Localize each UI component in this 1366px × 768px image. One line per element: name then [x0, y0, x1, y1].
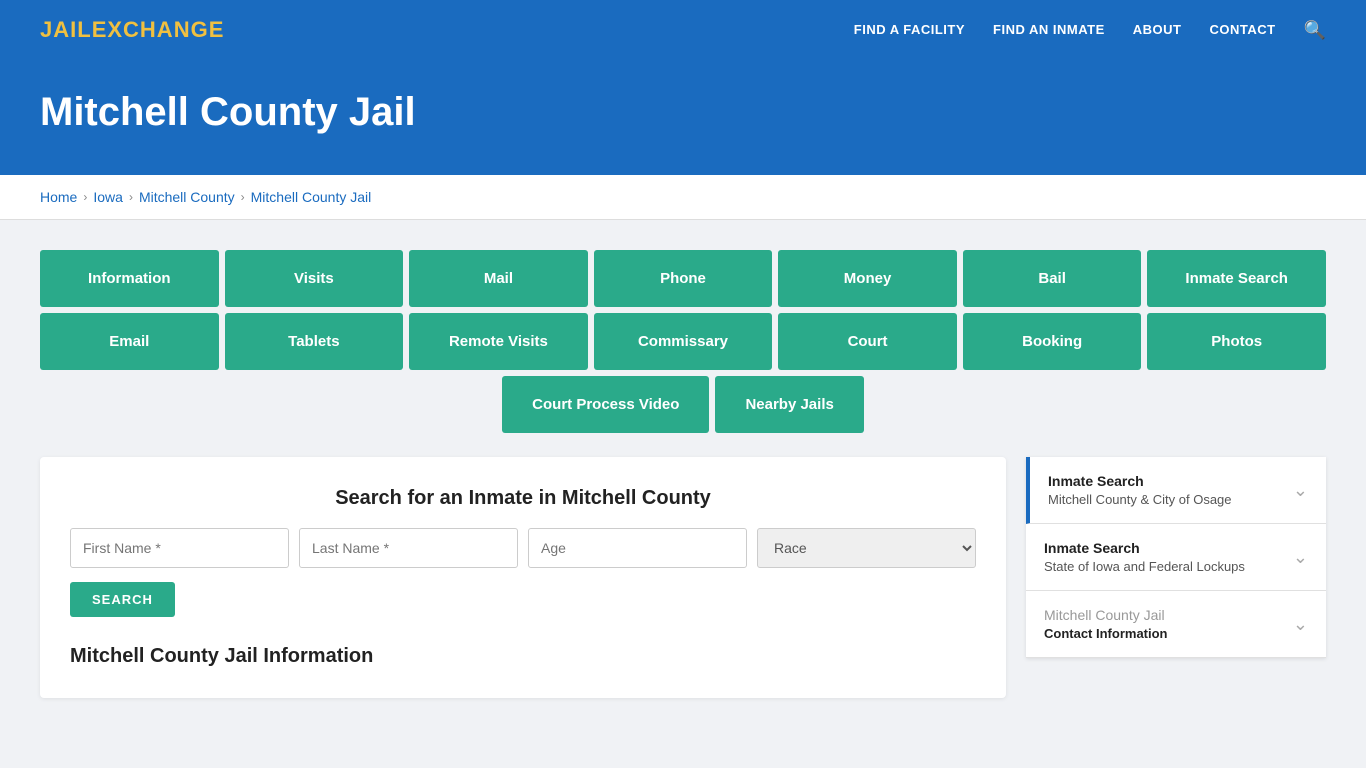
nav-links: FIND A FACILITY FIND AN INMATE ABOUT CON… [854, 20, 1326, 41]
btn-court-process-video[interactable]: Court Process Video [502, 376, 709, 433]
sidebar-item-0[interactable]: Inmate Search Mitchell County & City of … [1026, 457, 1326, 524]
sidebar-item-0-sub: Mitchell County & City of Osage [1048, 492, 1232, 507]
btn-visits[interactable]: Visits [225, 250, 404, 307]
sidebar-item-2-title: Mitchell County Jail [1044, 607, 1168, 623]
page-title: Mitchell County Jail [40, 90, 1326, 135]
navbar: JAILEXCHANGE FIND A FACILITY FIND AN INM… [0, 0, 1366, 60]
chevron-down-icon-2: ⌄ [1293, 614, 1308, 635]
breadcrumb-sep-2: › [129, 190, 133, 204]
sidebar-item-1-title: Inmate Search [1044, 540, 1245, 556]
breadcrumb-sep-3: › [241, 190, 245, 204]
btn-money[interactable]: Money [778, 250, 957, 307]
sidebar-item-2[interactable]: Mitchell County Jail Contact Information… [1026, 591, 1326, 658]
site-logo[interactable]: JAILEXCHANGE [40, 17, 224, 43]
breadcrumb-home[interactable]: Home [40, 189, 77, 205]
search-panel: Search for an Inmate in Mitchell County … [40, 457, 1006, 698]
breadcrumb-mitchell-county[interactable]: Mitchell County [139, 189, 235, 205]
age-input[interactable] [528, 528, 747, 568]
breadcrumb-sep-1: › [83, 190, 87, 204]
btn-tablets[interactable]: Tablets [225, 313, 404, 370]
main-content: Information Visits Mail Phone Money Bail… [0, 220, 1366, 728]
btn-information[interactable]: Information [40, 250, 219, 307]
race-select[interactable]: Race [757, 528, 976, 568]
nav-contact[interactable]: CONTACT [1209, 21, 1275, 39]
btn-inmate-search[interactable]: Inmate Search [1147, 250, 1326, 307]
button-row-1: Information Visits Mail Phone Money Bail… [40, 250, 1326, 307]
search-fields: Race [70, 528, 976, 568]
info-section-heading: Mitchell County Jail Information [70, 645, 976, 668]
search-icon[interactable]: 🔍 [1304, 20, 1326, 41]
breadcrumb-bar: Home › Iowa › Mitchell County › Mitchell… [0, 175, 1366, 220]
btn-booking[interactable]: Booking [963, 313, 1142, 370]
btn-phone[interactable]: Phone [594, 250, 773, 307]
button-row-3: Court Process Video Nearby Jails [40, 376, 1326, 433]
btn-bail[interactable]: Bail [963, 250, 1142, 307]
sidebar-item-1-sub: State of Iowa and Federal Lockups [1044, 559, 1245, 574]
btn-photos[interactable]: Photos [1147, 313, 1326, 370]
btn-nearby-jails[interactable]: Nearby Jails [715, 376, 863, 433]
sidebar-item-2-sub: Contact Information [1044, 626, 1168, 641]
breadcrumb-mitchell-county-jail[interactable]: Mitchell County Jail [251, 189, 372, 205]
search-button[interactable]: SEARCH [70, 582, 175, 617]
first-name-input[interactable] [70, 528, 289, 568]
btn-mail[interactable]: Mail [409, 250, 588, 307]
last-name-input[interactable] [299, 528, 518, 568]
logo-exchange: EXCHANGE [92, 17, 225, 42]
nav-find-facility[interactable]: FIND A FACILITY [854, 21, 965, 39]
sidebar-item-0-title: Inmate Search [1048, 473, 1232, 489]
btn-email[interactable]: Email [40, 313, 219, 370]
nav-find-inmate[interactable]: FIND AN INMATE [993, 21, 1105, 39]
btn-remote-visits[interactable]: Remote Visits [409, 313, 588, 370]
search-title: Search for an Inmate in Mitchell County [70, 487, 976, 510]
btn-commissary[interactable]: Commissary [594, 313, 773, 370]
logo-jail: JAIL [40, 17, 92, 42]
nav-about[interactable]: ABOUT [1133, 21, 1182, 39]
chevron-down-icon-0: ⌄ [1293, 480, 1308, 501]
bottom-section: Search for an Inmate in Mitchell County … [40, 457, 1326, 698]
hero-section: Mitchell County Jail [0, 60, 1366, 175]
breadcrumb-iowa[interactable]: Iowa [93, 189, 123, 205]
button-row-2: Email Tablets Remote Visits Commissary C… [40, 313, 1326, 370]
breadcrumb: Home › Iowa › Mitchell County › Mitchell… [40, 189, 1326, 205]
chevron-down-icon-1: ⌄ [1293, 547, 1308, 568]
sidebar-item-1[interactable]: Inmate Search State of Iowa and Federal … [1026, 524, 1326, 591]
sidebar-panel: Inmate Search Mitchell County & City of … [1026, 457, 1326, 658]
btn-court[interactable]: Court [778, 313, 957, 370]
